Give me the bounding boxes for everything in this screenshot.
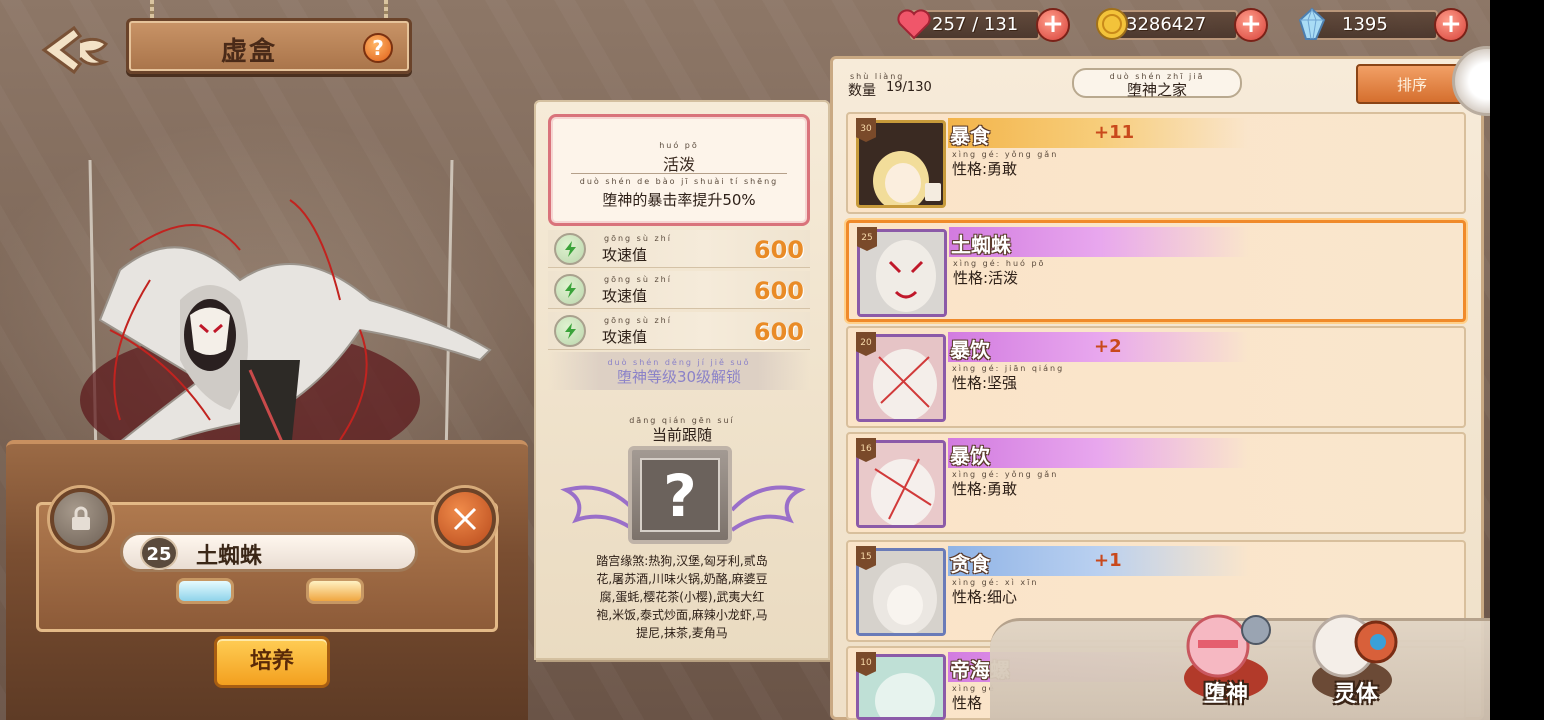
stat-row: gōng sù zhí 攻速值 600 <box>548 271 810 309</box>
nav-label: 灵体 <box>1333 682 1378 707</box>
description-line: 袍,米饭,泰式炒面,麻辣小龙虾,马 <box>596 608 768 622</box>
blue-gem-decoration <box>176 578 234 604</box>
coin-value: 3286427 <box>1126 14 1207 35</box>
list-item[interactable]: 30 暴食 +11 xìng gé: yǒng gǎn 性格:勇敢 <box>846 112 1466 214</box>
description-line: 提尼,抹茶,麦角马 <box>636 626 728 640</box>
stat-row: gōng sù zhí 攻速值 600 <box>548 312 810 350</box>
lightning-icon <box>554 233 586 265</box>
crystal-icon <box>1298 7 1326 40</box>
stat-label: 攻速值 <box>602 287 648 305</box>
card-nature: 性格:细心 <box>952 588 1018 606</box>
wing-decoration <box>730 485 806 532</box>
nav-fallen-god[interactable]: 堕神 <box>1166 600 1286 720</box>
trait-card: huó pō 活泼 duò shén de bào jī shuài tí sh… <box>548 114 810 226</box>
crossed-forks-icon <box>453 507 477 531</box>
add-coin-button[interactable]: + <box>1234 8 1268 42</box>
level-tab: 10 <box>856 652 876 676</box>
card-bonus: +11 <box>1094 122 1135 143</box>
back-button[interactable] <box>34 22 114 78</box>
coin-icon <box>1096 8 1128 40</box>
coin-counter: 3286427 + <box>1094 6 1274 42</box>
nav-label: 堕神 <box>1203 682 1248 707</box>
level-tab: 30 <box>856 118 876 142</box>
card-bonus: +2 <box>1094 336 1122 357</box>
stamina-counter: 257 / 131 + <box>896 6 1076 42</box>
list-item[interactable]: 16 暴饮 xìng gé: yǒng gǎn 性格:勇敢 <box>846 432 1466 534</box>
list-item[interactable]: 20 暴饮 +2 xìng gé: jiān qiáng 性格:坚强 <box>846 326 1466 428</box>
description-line: 踏宫缘煞:热狗,汉堡,匈牙利,贰岛 <box>596 554 768 568</box>
stat-value: 600 <box>753 318 804 346</box>
level-tab: 25 <box>857 227 877 251</box>
game-screen: 虚盒 ? 25 土蜘蛛 培养 huó pō 活泼 duò shén de bào… <box>0 0 1490 720</box>
name-ribbon <box>948 438 1248 468</box>
home-title-plate: duò shén zhī jiā 堕神之家 <box>1072 68 1242 99</box>
follow-slot[interactable]: ? <box>628 446 732 544</box>
count-value: 19/130 <box>886 80 932 95</box>
unlock-text: 堕神等级30级解锁 <box>616 368 742 386</box>
card-nature: 性格:勇敢 <box>952 480 1018 498</box>
trait-name: 活泼 <box>662 155 695 174</box>
nav-spirit[interactable]: 灵体 <box>1296 600 1416 720</box>
question-icon: ? <box>640 458 720 532</box>
card-name: 土蜘蛛 <box>951 233 1011 257</box>
stamina-value: 257 / 131 <box>932 14 1019 35</box>
level-tab: 20 <box>856 332 876 356</box>
orange-gem-decoration <box>306 578 364 604</box>
list-item-selected[interactable]: 25 土蜘蛛 xìng gé: huó pō 性格:活泼 <box>846 220 1466 322</box>
crystal-counter: 1395 + <box>1294 6 1474 42</box>
title-plate: 虚盒 ? <box>126 18 412 74</box>
lock-button[interactable] <box>50 488 112 550</box>
card-nature: 性格:勇敢 <box>952 160 1018 178</box>
back-arrow-icon <box>41 25 110 75</box>
lightning-icon <box>554 274 586 306</box>
help-button[interactable]: ? <box>363 33 393 63</box>
card-name: 暴饮 <box>950 338 990 362</box>
description-line: 花,屠苏酒,川味火锅,奶酪,麻婆豆 <box>596 572 768 586</box>
stat-pinyin: gōng sù zhí <box>604 275 672 284</box>
food-description: 踏宫缘煞:热狗,汉堡,匈牙利,贰岛 花,屠苏酒,川味火锅,奶酪,麻婆豆 腐,蛋蚝… <box>552 552 812 660</box>
trait-desc-pinyin: duò shén de bào jī shuài tí shēng <box>579 177 779 186</box>
add-stamina-button[interactable]: + <box>1036 8 1070 42</box>
stat-value: 600 <box>753 236 804 264</box>
trait-name-pinyin: huó pō <box>659 141 699 150</box>
card-nature: 性格 <box>952 694 983 712</box>
divider <box>571 173 787 174</box>
follow-label: 当前跟随 <box>651 426 712 444</box>
stat-row: gōng sù zhí 攻速值 600 <box>548 230 810 268</box>
character-level-badge: 25 <box>140 536 178 570</box>
card-nature: 性格:坚强 <box>952 374 1018 392</box>
card-name: 暴食 <box>950 124 990 148</box>
level-tab: 15 <box>856 546 876 570</box>
crystal-value: 1395 <box>1342 14 1388 35</box>
screen-edge <box>1490 0 1544 720</box>
trait-description: 堕神的暴击率提升50% <box>602 191 756 209</box>
release-button[interactable] <box>434 488 496 550</box>
stat-value: 600 <box>753 277 804 305</box>
card-bonus: +1 <box>1094 550 1122 571</box>
card-name: 暴饮 <box>950 444 990 468</box>
unlock-requirement: duò shén děng jí jiě suǒ 堕神等级30级解锁 <box>548 352 810 390</box>
home-label: 堕神之家 <box>1126 81 1187 99</box>
lock-icon <box>72 506 90 530</box>
level-tab: 16 <box>856 438 876 462</box>
lightning-icon <box>554 315 586 347</box>
stat-pinyin: gōng sù zhí <box>604 316 672 325</box>
count-label: 数量 <box>848 83 876 99</box>
cultivate-button[interactable]: 培养 <box>214 636 330 688</box>
stat-pinyin: gōng sù zhí <box>604 234 672 243</box>
stat-label: 攻速值 <box>602 328 648 346</box>
card-nature: 性格:活泼 <box>953 269 1019 287</box>
stat-label: 攻速值 <box>602 246 648 264</box>
add-crystal-button[interactable]: + <box>1434 8 1468 42</box>
wing-decoration <box>560 485 636 532</box>
description-line: 腐,蛋蚝,樱花茶(小樱),武夷大红 <box>599 590 765 604</box>
card-name: 贪食 <box>950 552 990 576</box>
page-title: 虚盒 <box>220 37 277 67</box>
heart-icon <box>897 9 931 40</box>
character-name: 土蜘蛛 <box>196 544 263 569</box>
